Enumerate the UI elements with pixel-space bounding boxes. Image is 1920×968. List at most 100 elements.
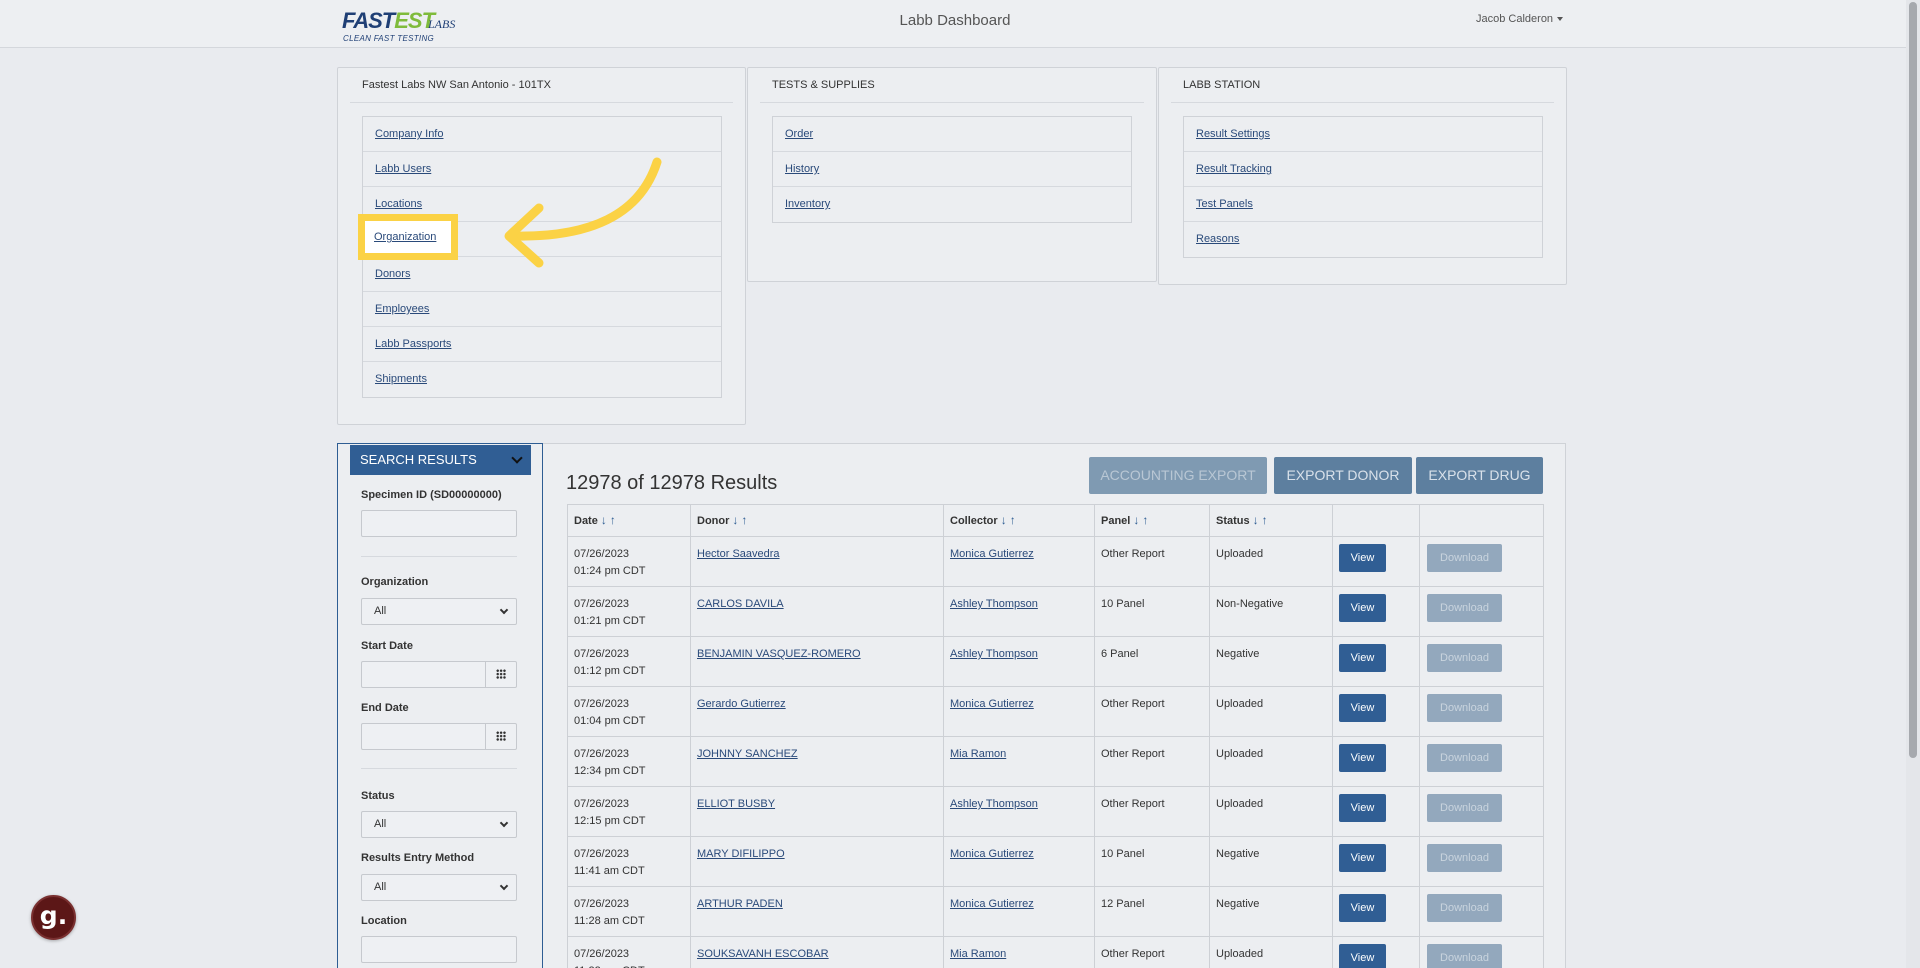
sort-up-icon[interactable]: ↑	[1262, 513, 1268, 527]
station-menu-item[interactable]: Result Tracking	[1184, 152, 1542, 187]
accounting-export-button[interactable]: ACCOUNTING EXPORT	[1089, 457, 1267, 494]
donor-link[interactable]: ELLIOT BUSBY	[697, 798, 775, 810]
download-button[interactable]: Download	[1427, 744, 1502, 772]
station-menu-item[interactable]: Result Settings	[1184, 117, 1542, 152]
donor-link[interactable]: Gerardo Gutierrez	[697, 698, 786, 710]
guidde-widget-button[interactable]: g.	[31, 895, 76, 940]
specimen-id-input[interactable]	[361, 510, 517, 537]
tests-menu-item[interactable]: Inventory	[773, 187, 1131, 222]
company-menu-item[interactable]: Labb Users	[363, 152, 721, 187]
view-button[interactable]: View	[1339, 794, 1386, 822]
organization-select[interactable]: All	[361, 598, 517, 625]
sort-down-icon[interactable]: ↓	[732, 513, 738, 527]
download-button[interactable]: Download	[1427, 844, 1502, 872]
donor-link[interactable]: MARY DIFILIPPO	[697, 848, 785, 860]
station-menu-link[interactable]: Result Tracking	[1196, 163, 1272, 175]
scrollbar-thumb[interactable]	[1909, 2, 1917, 758]
sort-down-icon[interactable]: ↓	[601, 513, 607, 527]
donor-link[interactable]: JOHNNY SANCHEZ	[697, 748, 798, 760]
view-button[interactable]: View	[1339, 944, 1386, 968]
download-button[interactable]: Download	[1427, 544, 1502, 572]
company-menu-link[interactable]: Shipments	[375, 373, 427, 385]
vertical-scrollbar[interactable]	[1906, 0, 1920, 968]
row-status: Uploaded	[1216, 748, 1264, 760]
sort-up-icon[interactable]: ↑	[1010, 513, 1016, 527]
download-button[interactable]: Download	[1427, 794, 1502, 822]
download-button[interactable]: Download	[1427, 644, 1502, 672]
company-menu-link[interactable]: Donors	[375, 268, 410, 280]
donor-link[interactable]: Hector Saavedra	[697, 548, 780, 560]
sort-down-icon[interactable]: ↓	[1253, 513, 1259, 527]
donor-link[interactable]: CARLOS DAVILA	[697, 598, 784, 610]
view-button[interactable]: View	[1339, 844, 1386, 872]
company-menu-item[interactable]: Labb Passports	[363, 327, 721, 362]
calendar-icon[interactable]	[485, 724, 516, 749]
collector-link[interactable]: Monica Gutierrez	[950, 698, 1034, 710]
company-menu-link[interactable]: Locations	[375, 198, 422, 210]
column-header[interactable]: Status ↓ ↑	[1209, 504, 1333, 537]
collector-cell: Monica Gutierrez	[943, 686, 1095, 737]
sort-up-icon[interactable]: ↑	[1142, 513, 1148, 527]
company-menu-link[interactable]: Employees	[375, 303, 429, 315]
tests-menu-link[interactable]: History	[785, 163, 819, 175]
company-menu-link[interactable]: Labb Users	[375, 163, 431, 175]
view-button[interactable]: View	[1339, 894, 1386, 922]
export-donor-button[interactable]: EXPORT DONOR	[1274, 457, 1412, 494]
tests-menu-item[interactable]: History	[773, 152, 1131, 187]
calendar-icon[interactable]	[485, 662, 516, 687]
sort-down-icon[interactable]: ↓	[1001, 513, 1007, 527]
export-drug-button[interactable]: EXPORT DRUG	[1416, 457, 1543, 494]
start-date-input[interactable]	[361, 661, 517, 688]
location-input[interactable]	[361, 936, 517, 963]
search-results-toggle[interactable]: SEARCH RESULTS	[350, 445, 531, 475]
company-menu-item[interactable]: Shipments	[363, 362, 721, 397]
view-button[interactable]: View	[1339, 594, 1386, 622]
company-menu-item[interactable]: Employees	[363, 292, 721, 327]
donor-link[interactable]: ARTHUR PADEN	[697, 898, 783, 910]
tests-menu-item[interactable]: Order	[773, 117, 1131, 152]
station-menu-link[interactable]: Test Panels	[1196, 198, 1253, 210]
download-button[interactable]: Download	[1427, 694, 1502, 722]
end-date-input[interactable]	[361, 723, 517, 750]
download-button[interactable]: Download	[1427, 944, 1502, 968]
company-menu-item[interactable]: Donors	[363, 257, 721, 292]
view-button[interactable]: View	[1339, 544, 1386, 572]
company-menu-link[interactable]: Labb Passports	[375, 338, 451, 350]
user-menu[interactable]: Jacob Calderon	[1476, 13, 1564, 25]
station-menu-link[interactable]: Reasons	[1196, 233, 1239, 245]
view-button[interactable]: View	[1339, 744, 1386, 772]
collector-link[interactable]: Monica Gutierrez	[950, 898, 1034, 910]
status-select[interactable]: All	[361, 811, 517, 838]
sort-up-icon[interactable]: ↑	[610, 513, 616, 527]
station-menu-item[interactable]: Reasons	[1184, 222, 1542, 257]
collector-link[interactable]: Monica Gutierrez	[950, 548, 1034, 560]
sort-down-icon[interactable]: ↓	[1133, 513, 1139, 527]
column-header[interactable]: Donor ↓ ↑	[690, 504, 944, 537]
company-menu-item[interactable]: Company Info	[363, 117, 721, 152]
station-menu-item[interactable]: Test Panels	[1184, 187, 1542, 222]
organization-highlight[interactable]: Organization	[358, 214, 458, 260]
row-panel: Other Report	[1101, 798, 1165, 810]
tests-menu-link[interactable]: Inventory	[785, 198, 830, 210]
collector-link[interactable]: Ashley Thompson	[950, 598, 1038, 610]
station-menu-link[interactable]: Result Settings	[1196, 128, 1270, 140]
download-button[interactable]: Download	[1427, 894, 1502, 922]
column-header[interactable]: Collector ↓ ↑	[943, 504, 1095, 537]
view-button[interactable]: View	[1339, 694, 1386, 722]
column-header[interactable]: Date ↓ ↑	[567, 504, 691, 537]
tests-menu-link[interactable]: Order	[785, 128, 813, 140]
organization-link[interactable]: Organization	[374, 231, 436, 243]
download-button[interactable]: Download	[1427, 594, 1502, 622]
collector-link[interactable]: Ashley Thompson	[950, 648, 1038, 660]
donor-link[interactable]: BENJAMIN VASQUEZ-ROMERO	[697, 648, 861, 660]
donor-link[interactable]: SOUKSAVANH ESCOBAR	[697, 948, 829, 960]
results-entry-method-select[interactable]: All	[361, 874, 517, 901]
collector-link[interactable]: Mia Ramon	[950, 948, 1006, 960]
column-header[interactable]: Panel ↓ ↑	[1094, 504, 1210, 537]
company-menu-link[interactable]: Company Info	[375, 128, 443, 140]
collector-link[interactable]: Monica Gutierrez	[950, 848, 1034, 860]
collector-link[interactable]: Mia Ramon	[950, 748, 1006, 760]
sort-up-icon[interactable]: ↑	[741, 513, 747, 527]
view-button[interactable]: View	[1339, 644, 1386, 672]
collector-link[interactable]: Ashley Thompson	[950, 798, 1038, 810]
